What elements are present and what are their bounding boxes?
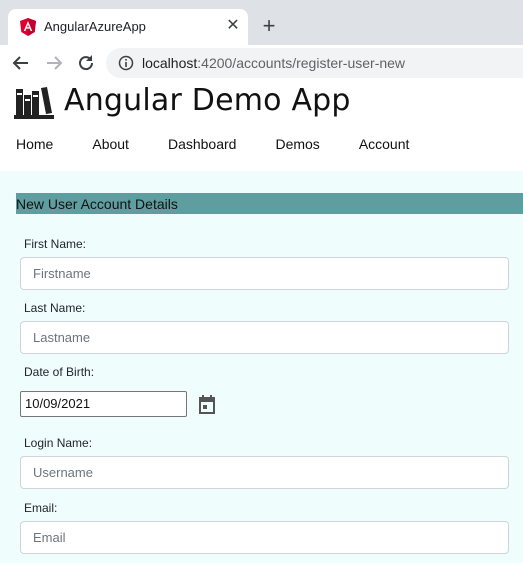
tab-title: AngularAzureApp (44, 19, 146, 34)
section-title: New User Account Details (16, 196, 178, 212)
url-host: localhost (142, 55, 198, 71)
register-form: New User Account Details First Name: Fir… (0, 171, 523, 563)
dob-label: Date of Birth: (24, 365, 95, 379)
browser-tab[interactable]: AngularAzureApp ✕ (8, 9, 248, 45)
nav-about[interactable]: About (92, 136, 129, 152)
calendar-icon[interactable] (197, 394, 217, 416)
nav-demos[interactable]: Demos (275, 136, 319, 152)
last-name-input[interactable]: Lastname (20, 321, 509, 354)
url-path: :4200/accounts/register-user-new (197, 55, 406, 71)
info-icon[interactable] (118, 55, 134, 71)
main-nav: Home About Dashboard Demos Account (16, 136, 448, 152)
books-logo-icon (14, 87, 54, 119)
nav-home[interactable]: Home (16, 136, 53, 152)
url-text: localhost:4200/accounts/register-user-ne… (142, 55, 405, 71)
first-name-input[interactable]: Firstname (20, 257, 509, 290)
email-label: Email: (24, 501, 58, 515)
angular-favicon-icon (20, 18, 36, 36)
last-name-label: Last Name: (24, 301, 86, 315)
first-name-label: First Name: (24, 237, 87, 251)
browser-toolbar: localhost:4200/accounts/register-user-ne… (0, 45, 523, 81)
app-title: Angular Demo App (64, 83, 351, 118)
nav-account[interactable]: Account (359, 136, 410, 152)
browser-tabstrip: AngularAzureApp ✕ + (0, 0, 523, 45)
reload-icon[interactable] (75, 52, 97, 74)
nav-dashboard[interactable]: Dashboard (168, 136, 237, 152)
close-tab-icon[interactable]: ✕ (224, 16, 242, 36)
login-name-label: Login Name: (24, 436, 93, 450)
section-header: New User Account Details (16, 193, 523, 214)
email-input[interactable]: Email (20, 521, 509, 554)
new-tab-icon[interactable]: + (258, 15, 280, 37)
dob-input[interactable]: 10/09/2021 (20, 391, 187, 417)
back-arrow-icon[interactable] (10, 52, 32, 74)
login-name-input[interactable]: Username (20, 456, 509, 489)
address-bar[interactable]: localhost:4200/accounts/register-user-ne… (106, 48, 523, 78)
forward-arrow-icon[interactable] (43, 52, 65, 74)
app-header: Angular Demo App Home About Dashboard De… (0, 81, 523, 171)
